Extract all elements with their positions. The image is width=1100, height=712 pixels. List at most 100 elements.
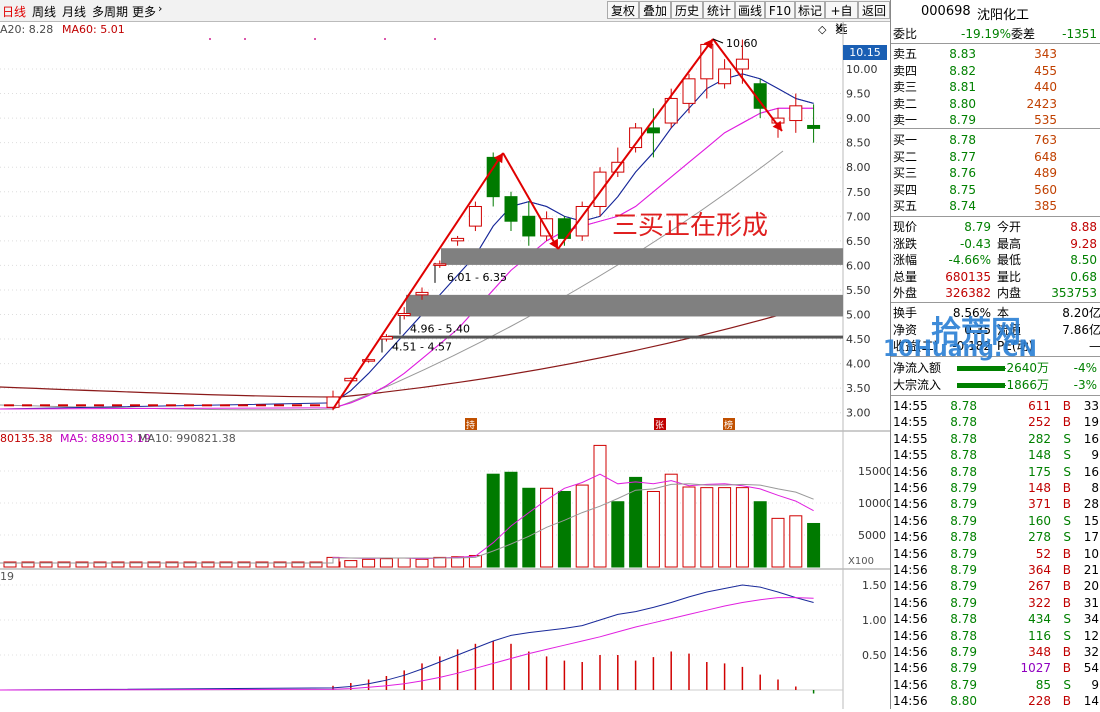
flow-pct: -3% [1073,378,1097,392]
ask-volume: 343 [1034,47,1057,61]
candle-body [682,78,696,104]
tick-price: 8.78 [950,464,977,479]
stat-value: 8.88 [1070,220,1097,234]
period-daily[interactable]: 日线 [2,3,26,20]
chart-area[interactable]: 10.00 9.50 9.00 8.50 8.00 7.50 7.00 6.50 6.00 5.5… [0,21,893,709]
tick-row: 14:56 8.78 434 S 34 [891,611,1100,627]
watermark-logo-en: 10Huang.CN [883,337,1037,362]
ma60-legend: MA60: 5.01 [62,23,125,36]
ask-volume: 535 [1034,113,1057,127]
flow-label: 净流入额 [893,361,942,375]
candle-body [415,291,429,296]
tick-count: 16 [1083,431,1099,446]
volume-bar [486,473,500,568]
tick-price: 8.78 [950,530,977,545]
candle-body [522,215,536,237]
bid-row: 买二 8.77 648 [891,149,1100,165]
zone-label: 4.96 - 5.40 [410,322,470,335]
ask-label: 卖四 [893,63,918,78]
tick-row: 14:56 8.79 371 B 28 [891,496,1100,512]
tick-volume: 371 [1028,497,1051,512]
volume-bar [753,501,767,568]
divider [891,128,1100,129]
bid-label: 买二 [893,149,918,164]
tick-count: 9 [1091,677,1099,692]
ask-row: 卖三 8.81 440 [891,79,1100,95]
tick-volume: 52 [1035,546,1051,561]
stats-button[interactable]: 统计 [703,1,735,19]
tick-direction: B [1062,399,1071,413]
tick-volume: 267 [1028,579,1051,594]
candle-body [451,237,465,242]
stat-row: 现价 8.79 今开 8.88 [891,219,1100,235]
stat-label: 净资 [893,322,918,337]
add-watchlist-button[interactable]: +自选 [825,1,858,36]
volume-bar [379,558,393,568]
volume-bar [522,487,536,568]
stat-label: 现价 [893,220,918,234]
tick-price: 8.80 [950,694,977,709]
divider [891,302,1100,303]
volume-bar [415,558,429,568]
bid-label: 买五 [893,199,918,213]
tick-price: 8.79 [950,595,977,610]
period-weekly[interactable]: 周线 [32,3,56,20]
candle-body [789,105,803,122]
stat-label: 量比 [997,269,1022,284]
bid-label: 买四 [893,182,918,197]
tick-price: 8.78 [950,448,977,463]
tick-price: 8.79 [950,579,977,594]
period-multi[interactable]: 多周期 [92,3,128,20]
tick-time: 14:55 [893,448,928,463]
tick-count: 14 [1083,694,1099,709]
y-tick-label: 10.00 [846,63,878,76]
volume-bar [664,473,678,568]
period-monthly[interactable]: 月线 [62,3,86,20]
support-zone [388,335,843,339]
event-marker-label: 张 [655,420,664,431]
history-button[interactable]: 历史 [671,1,703,19]
stat-label: 总量 [893,269,918,284]
bid-volume: 763 [1034,133,1057,147]
diamond-icon[interactable]: ◇ [818,23,826,36]
candle-body [593,171,607,207]
bid-row: 买一 8.78 763 [891,132,1100,148]
candle-body [700,43,714,80]
tick-price: 8.78 [950,431,977,446]
annotation-text: 三买正在形成 [612,211,769,241]
tick-row: 14:56 8.79 1027 B 54 [891,660,1100,676]
zone-label: 6.01 - 6.35 [447,271,507,284]
y-tick-label: 9.50 [846,88,871,101]
y-tick-label: 3.00 [846,407,871,420]
volume-bar [575,484,589,568]
kline-chart[interactable]: 10.00 9.50 9.00 8.50 8.00 7.50 7.00 6.50 6.00 5.5… [0,21,893,709]
close-icon[interactable]: × [834,21,844,35]
tick-row: 14:55 8.78 282 S 16 [891,431,1100,447]
macd-dif-line [0,584,814,691]
tick-direction: B [1062,497,1071,512]
f10-button[interactable]: F10 [765,1,795,19]
draw-button[interactable]: 画线 [735,1,765,19]
mark-button[interactable]: 标记 [795,1,825,19]
ask-label: 卖五 [893,47,918,61]
tick-time: 14:56 [893,546,928,561]
volume-bar [397,557,411,568]
tick-time: 14:56 [893,694,928,709]
overlay-button[interactable]: 叠加 [639,1,671,19]
bid-row: 买五 8.74 385 [891,198,1100,214]
tick-volume: 148 [1028,481,1051,495]
volume-bar [362,558,376,568]
macd-legend: 19 [0,570,14,583]
tick-time: 14:56 [893,645,928,659]
stat-label: 换手 [893,306,918,320]
stock-name: 沈阳化工 [977,8,1030,23]
period-more[interactable]: 更多 [132,3,156,20]
stat-value: 8.50 [1070,253,1097,267]
back-button[interactable]: 返回 [858,1,890,19]
flow-row: 大宗流入 -1866万 -3% [891,377,1100,393]
candle-body [646,127,660,134]
tick-direction: S [1063,431,1071,446]
adjust-button[interactable]: 复权 [607,1,639,19]
tick-direction: B [1062,661,1071,676]
tick-count: 19 [1083,415,1099,430]
